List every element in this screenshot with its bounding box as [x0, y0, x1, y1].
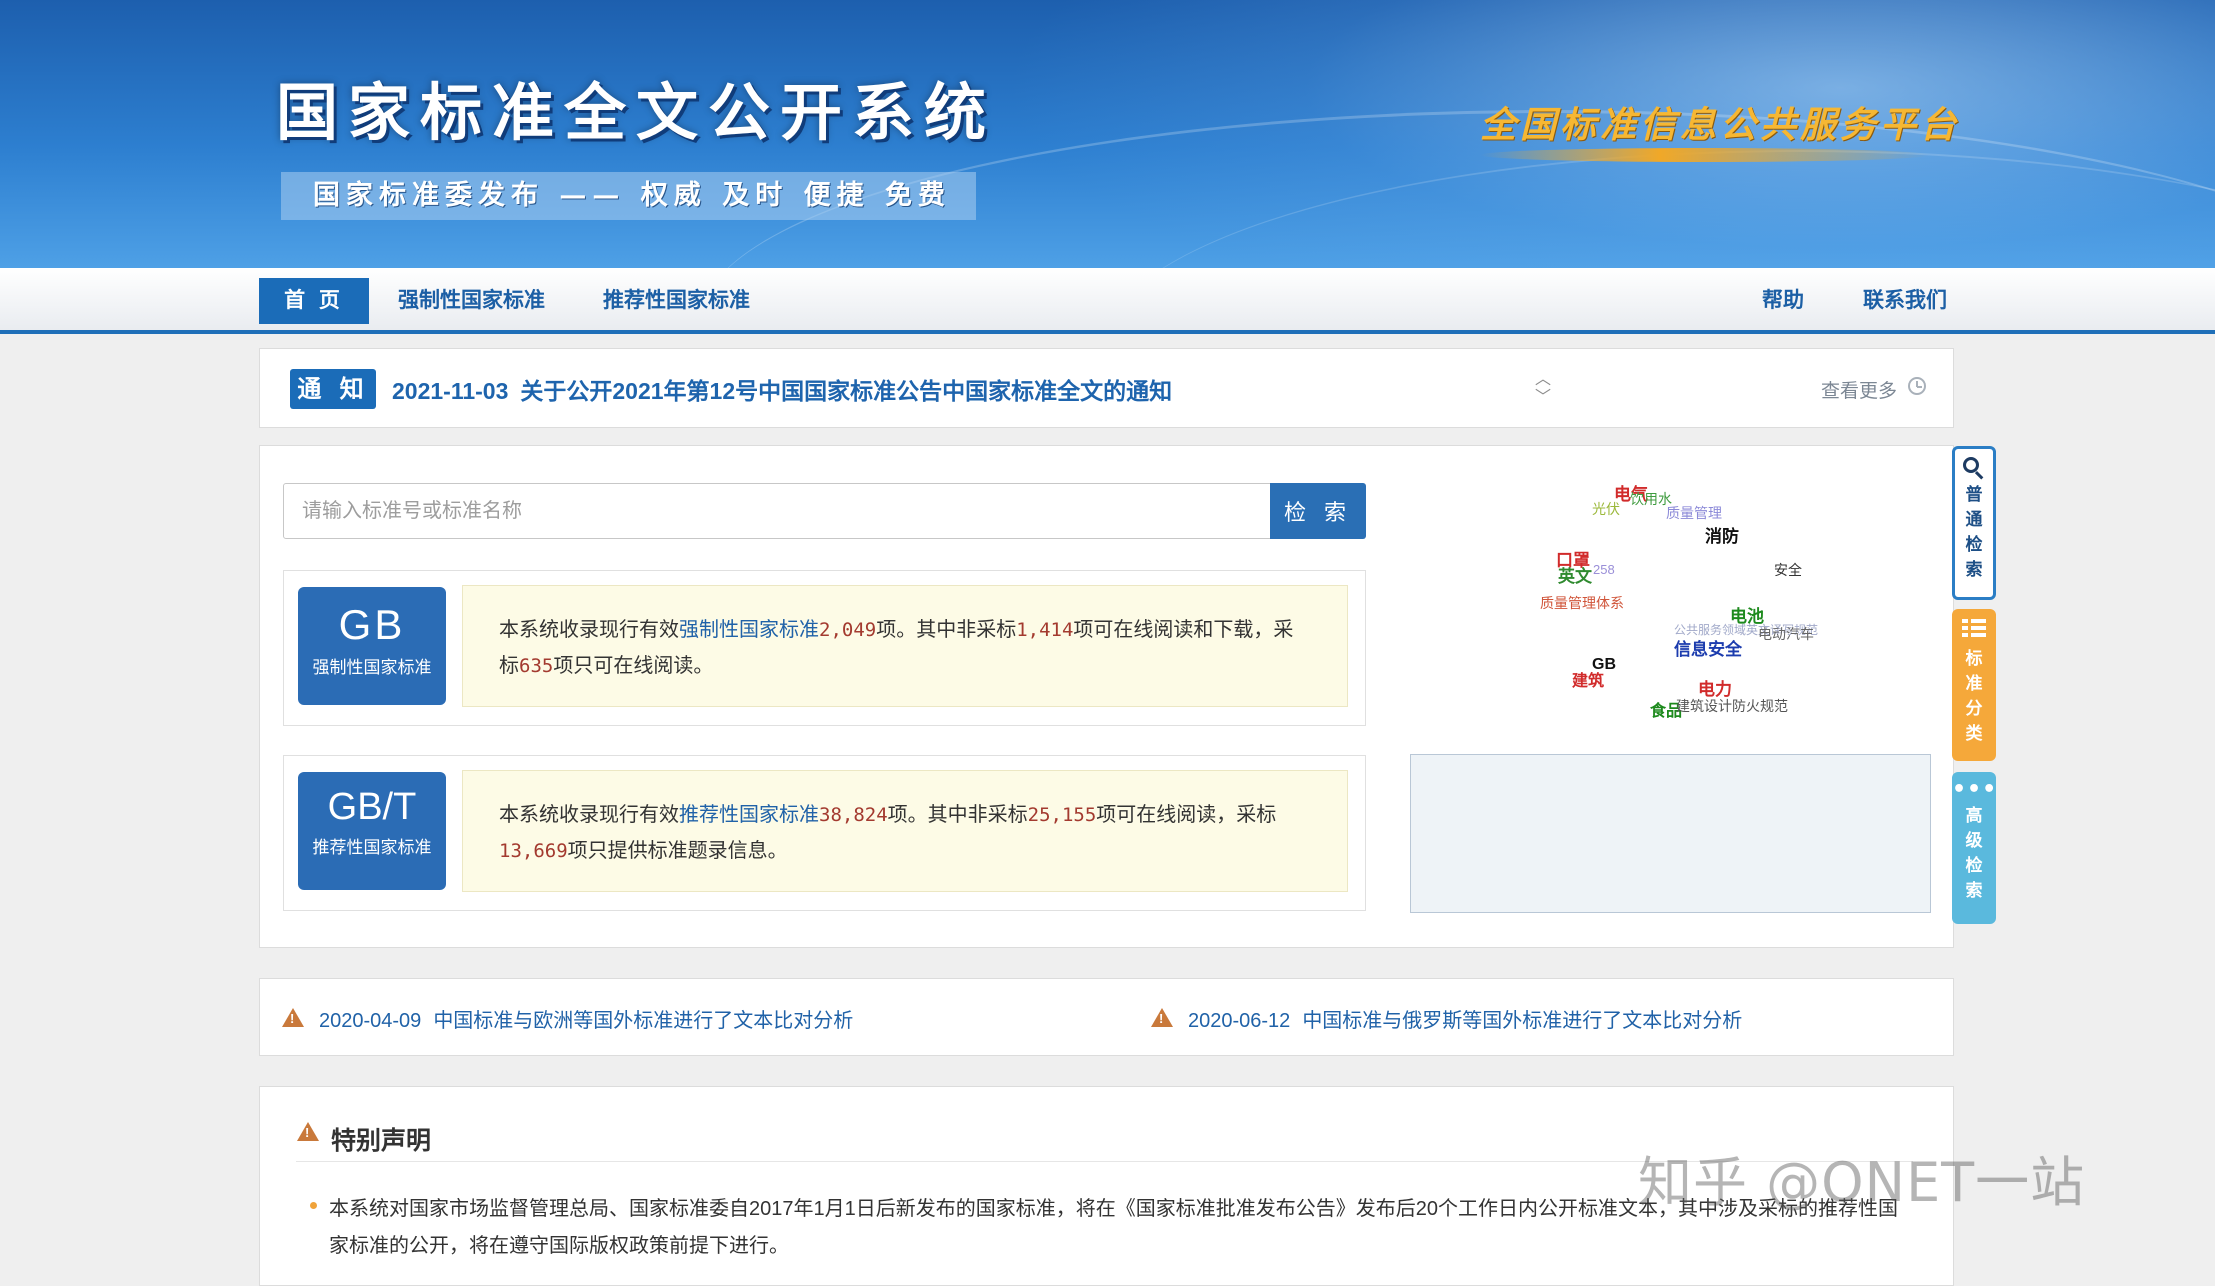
gbt-link[interactable]: 推荐性国家标准 [679, 804, 819, 826]
nav-contact[interactable]: 联系我们 [1863, 278, 1947, 324]
more-dots-icon: ••• [1952, 777, 1998, 802]
tag-cloud-item[interactable]: 电动汽车 [1758, 624, 1814, 644]
analysis-date: 2020-06-12 [1188, 1010, 1291, 1032]
list-icon [1962, 619, 1986, 641]
gbt-total: 38,824 [819, 804, 888, 826]
declaration-title: 特别声明 [331, 1127, 432, 1155]
gbt-caption: 推荐性国家标准 [312, 838, 432, 858]
side-tab-classification[interactable]: 标准分类 [1952, 609, 1996, 761]
search-input[interactable] [283, 483, 1271, 539]
notice-title: 关于公开2021年第12号中国国家标准公告中国家标准全文的通知 [520, 378, 1173, 404]
content-frame [1410, 754, 1931, 913]
gb-code: GB [338, 601, 406, 648]
gb-text: 本系统收录现行有效 [499, 619, 679, 641]
notice-link[interactable]: 2021-11-03 关于公开2021年第12号中国国家标准公告中国家标准全文的通… [392, 372, 1172, 406]
search-icon [1963, 457, 1985, 479]
main-nav: 首 页 强制性国家标准 推荐性国家标准 帮助 联系我们 [0, 268, 2215, 334]
notice-scroll-arrows[interactable]: ︿ ﹀ [1532, 370, 1554, 406]
analysis-link[interactable]: 2020-04-09 中国标准与欧洲等国外标准进行了文本比对分析 [319, 1004, 853, 1033]
side-tab-label: 普通检索 [1965, 485, 1983, 580]
gb-caption: 强制性国家标准 [312, 658, 432, 678]
side-tab-label: 高级检索 [1965, 806, 1983, 901]
gbt-text: 项。其中非采标 [887, 804, 1028, 826]
gb-link[interactable]: 强制性国家标准 [679, 619, 819, 641]
tag-cloud-item[interactable]: 消防 [1705, 522, 1739, 547]
notice-date: 2021-11-03 [392, 378, 509, 404]
tag-cloud-item[interactable]: 258 [1593, 562, 1615, 577]
tag-cloud-item[interactable]: 建筑设计防火规范 [1676, 696, 1788, 716]
watermark: 知乎 @ONET一站 [1638, 1151, 2086, 1214]
tag-cloud-item[interactable]: 信息安全 [1674, 635, 1742, 660]
notice-badge: 通 知 [290, 369, 376, 409]
analysis-link[interactable]: 2020-06-12 中国标准与俄罗斯等国外标准进行了文本比对分析 [1188, 1004, 1742, 1033]
analysis-title: 中国标准与欧洲等国外标准进行了文本比对分析 [433, 1010, 854, 1032]
platform-swoosh [1480, 148, 1930, 162]
warning-icon [1151, 1008, 1173, 1027]
tag-cloud-item[interactable]: 建筑 [1572, 667, 1604, 691]
gb-description: 本系统收录现行有效强制性国家标准2,049项。其中非采标1,414项可在线阅读和… [462, 585, 1348, 707]
gbt-description: 本系统收录现行有效推荐性国家标准38,824项。其中非采标25,155项可在线阅… [462, 770, 1348, 892]
platform-name: 全国标准信息公共服务平台 [1480, 104, 1961, 146]
warning-icon [297, 1122, 319, 1141]
gbt-tile[interactable]: GB/T 推荐性国家标准 [298, 772, 446, 890]
analysis-date: 2020-04-09 [319, 1010, 422, 1032]
nav-recommended-standards[interactable]: 推荐性国家标准 [603, 278, 750, 324]
gb-text: 项只可在线阅读。 [553, 655, 714, 677]
nav-mandatory-standards[interactable]: 强制性国家标准 [398, 278, 545, 324]
search-button[interactable]: 检 索 [1270, 483, 1366, 539]
side-tab-label: 标准分类 [1965, 649, 1983, 744]
tag-cloud-item[interactable]: 质量管理 [1666, 503, 1722, 523]
chevron-up-icon[interactable]: ︿ [1532, 370, 1554, 388]
chevron-down-icon[interactable]: ﹀ [1532, 388, 1554, 406]
bullet-dot [310, 1202, 317, 1209]
tag-cloud-item[interactable]: 安全 [1774, 560, 1802, 580]
gb-adopt-count: 635 [519, 655, 554, 677]
analysis-title: 中国标准与俄罗斯等国外标准进行了文本比对分析 [1302, 1010, 1743, 1032]
nav-help[interactable]: 帮助 [1762, 278, 1804, 324]
gbt-text: 本系统收录现行有效 [499, 804, 679, 826]
gbt-adopt-count: 13,669 [499, 840, 568, 862]
clock-icon [1908, 377, 1926, 395]
site-title: 国家标准全文公开系统 [276, 76, 997, 149]
gb-total: 2,049 [819, 619, 877, 641]
tag-cloud-item[interactable]: 质量管理体系 [1540, 593, 1624, 613]
view-more-link[interactable]: 查看更多 [1821, 376, 1897, 403]
warning-icon [282, 1008, 304, 1027]
gbt-code: GB/T [327, 786, 417, 828]
tag-cloud-item[interactable]: 英文 [1558, 562, 1592, 587]
gb-text: 项。其中非采标 [876, 619, 1017, 641]
gbt-stat-box: GB/T 推荐性国家标准 本系统收录现行有效推荐性国家标准38,824项。其中非… [283, 755, 1366, 911]
site-slogan: 国家标准委发布 —— 权威 及时 便捷 免费 [281, 172, 976, 220]
keyword-tag-cloud: 电气 饮用水 光伏 质量管理 消防 口罩 英文 258 安全 质量管理体系 电池… [1500, 470, 1900, 730]
side-tab-basic-search[interactable]: 普通检索 [1952, 446, 1996, 600]
tag-cloud-item[interactable]: 光伏 [1592, 499, 1620, 519]
gbt-text: 项只提供标准题录信息。 [567, 840, 788, 862]
gb-tile[interactable]: GB 强制性国家标准 [298, 587, 446, 705]
gb-stat-box: GB 强制性国家标准 本系统收录现行有效强制性国家标准2,049项。其中非采标1… [283, 570, 1366, 726]
header-banner: 国家标准全文公开系统 国家标准委发布 —— 权威 及时 便捷 免费 全国标准信息… [0, 0, 2215, 268]
gb-nonadopt-count: 1,414 [1016, 619, 1074, 641]
side-tab-advanced-search[interactable]: ••• 高级检索 [1952, 772, 1996, 924]
nav-home[interactable]: 首 页 [259, 278, 369, 324]
gbt-text: 项可在线阅读，采标 [1096, 804, 1277, 826]
gbt-nonadopt-count: 25,155 [1027, 804, 1097, 826]
